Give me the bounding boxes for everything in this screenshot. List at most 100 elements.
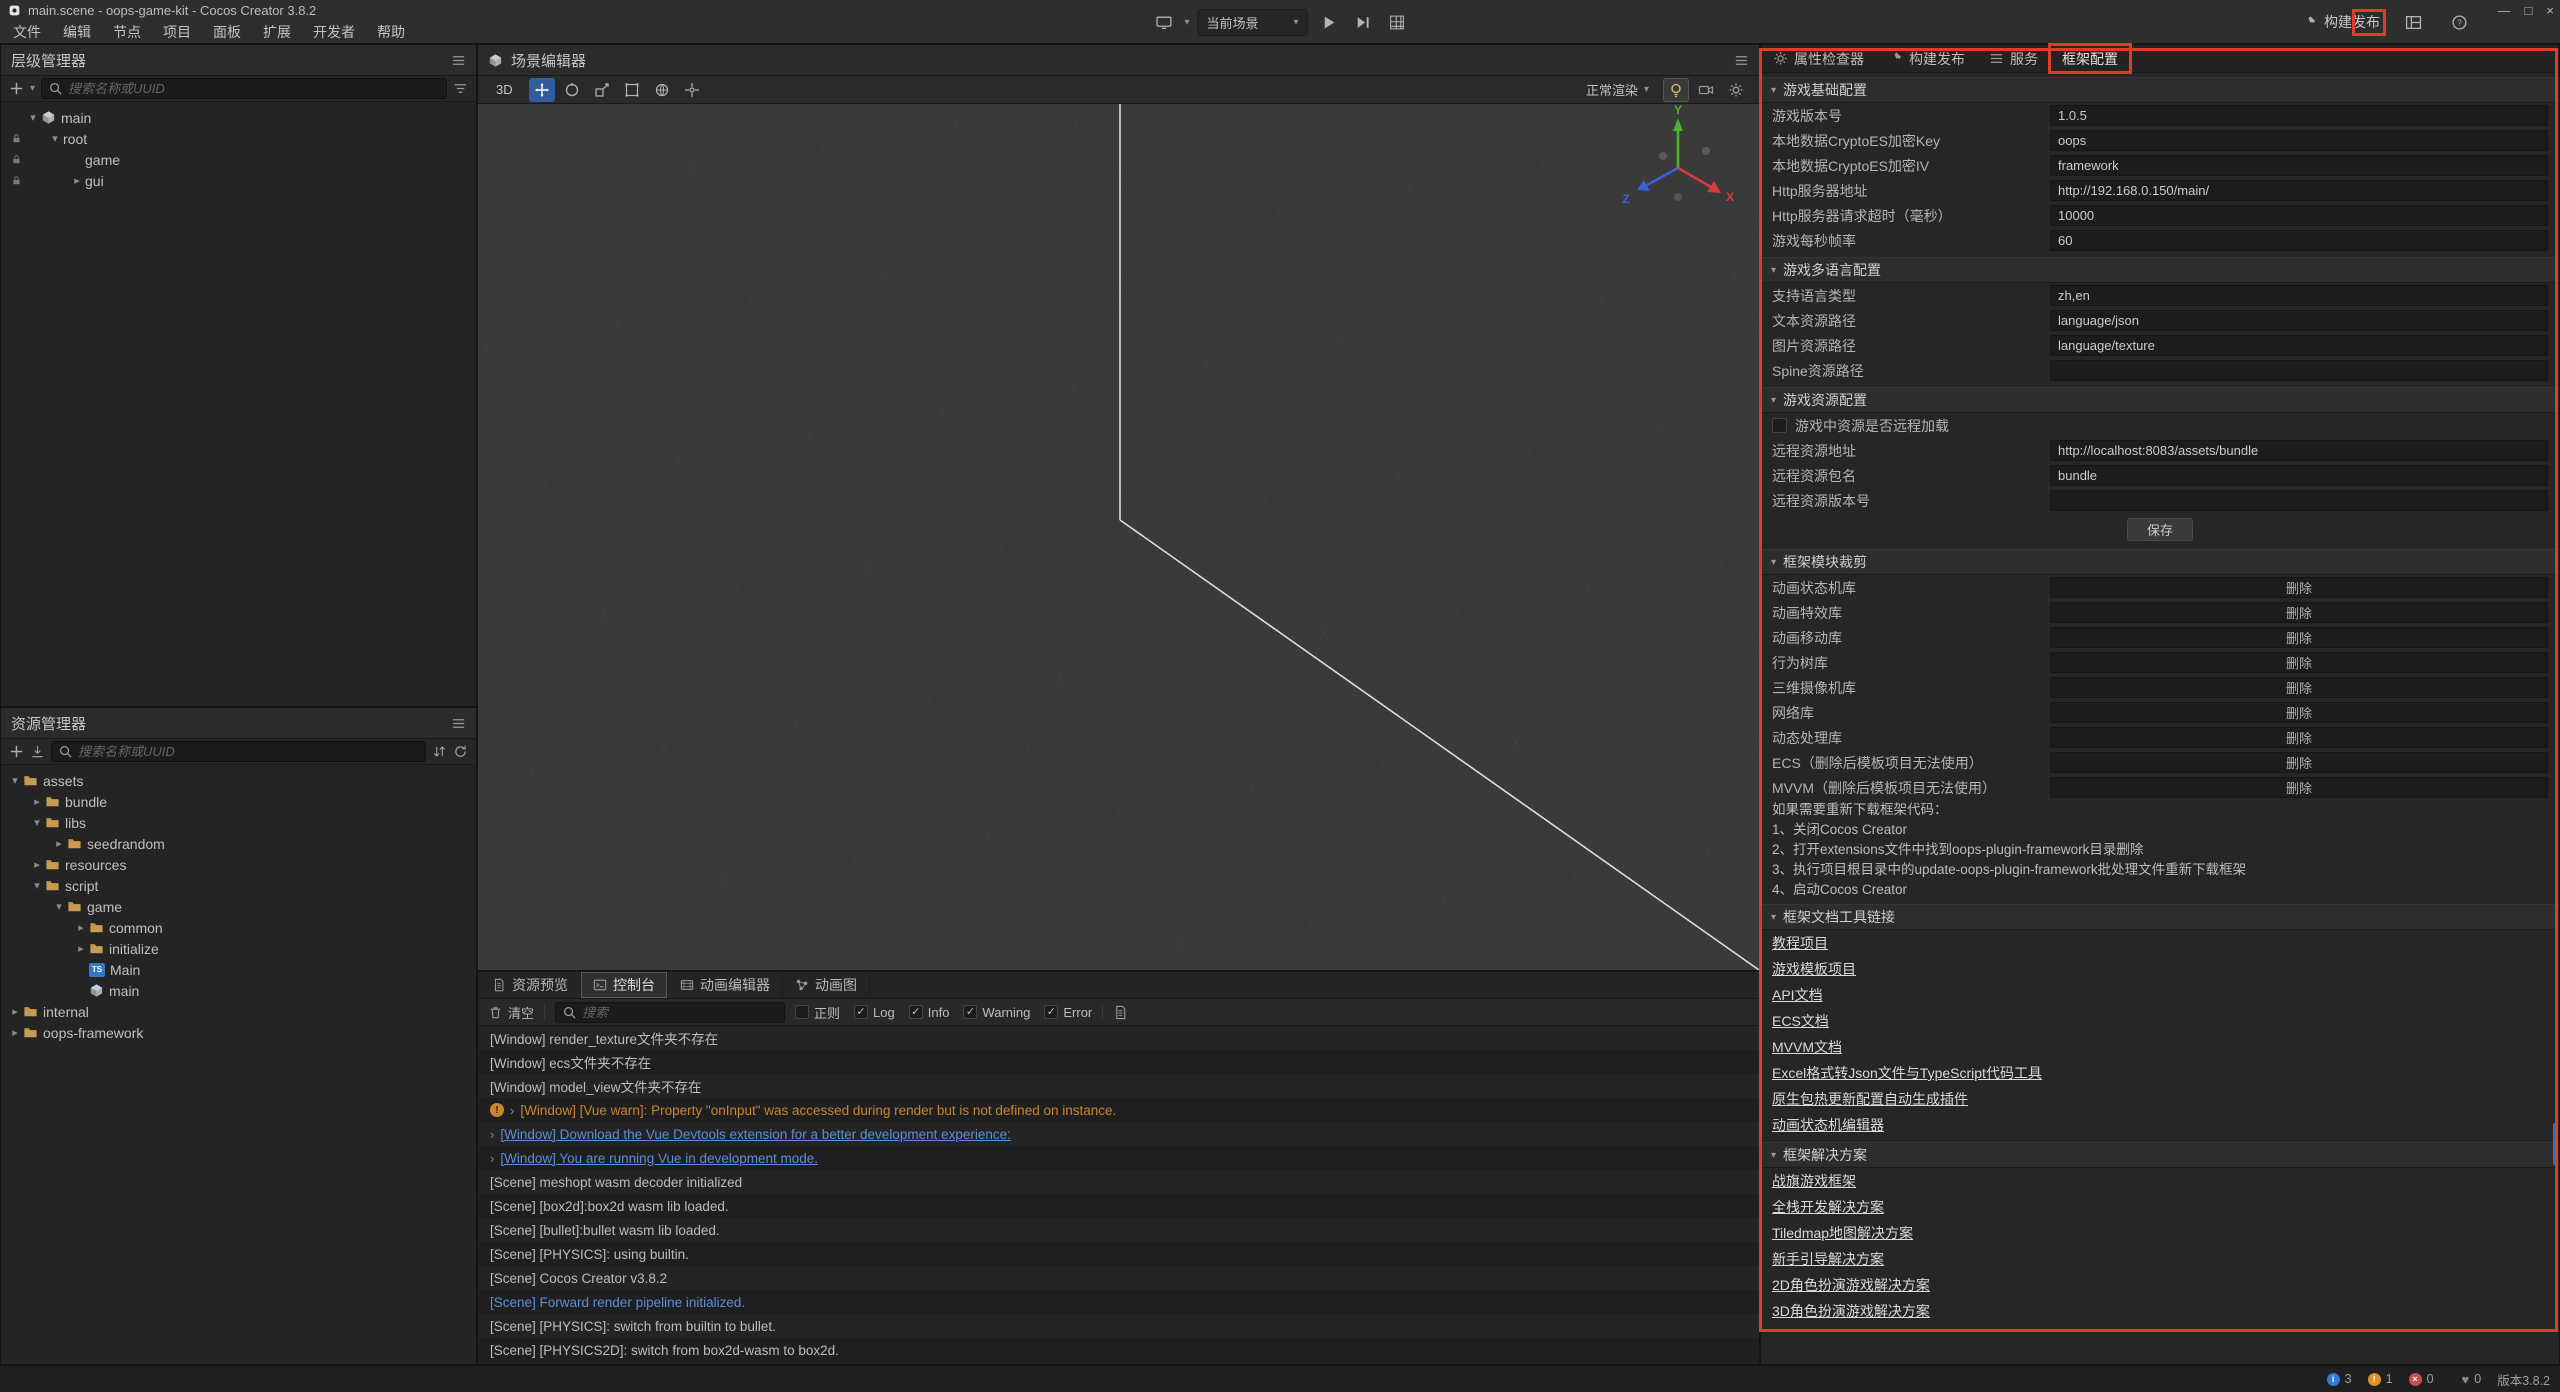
favorite-count[interactable]: ♥ 0 bbox=[2462, 1372, 2482, 1387]
chevron-right-icon[interactable]: ▸ bbox=[7, 1005, 23, 1018]
panel-menu-icon[interactable] bbox=[1734, 53, 1749, 68]
expand-arrow-icon[interactable]: › bbox=[490, 1151, 494, 1166]
chevron-right-icon[interactable]: ▸ bbox=[73, 921, 89, 934]
add-node-icon[interactable] bbox=[9, 81, 24, 96]
console-tab[interactable]: 动画图 bbox=[783, 972, 870, 998]
lock-icon[interactable] bbox=[7, 154, 25, 165]
clear-console-button[interactable]: 清空 bbox=[488, 1003, 534, 1022]
layout-grid-icon[interactable] bbox=[1384, 9, 1410, 35]
chevron-down-icon[interactable]: ▾ bbox=[47, 132, 63, 145]
console-log-row[interactable]: [Scene] Cocos Creator v3.8.2 bbox=[478, 1266, 1759, 1290]
expand-arrow-icon[interactable]: › bbox=[490, 1127, 494, 1142]
assets-search-input[interactable] bbox=[78, 744, 419, 759]
hierarchy-search-input[interactable] bbox=[68, 81, 440, 96]
tree-node[interactable]: ▸gui bbox=[1, 170, 476, 191]
anchor-tool-button[interactable] bbox=[679, 78, 705, 102]
tree-node[interactable]: ▸internal bbox=[1, 1001, 476, 1022]
menubar-item[interactable]: 文件 bbox=[2, 21, 52, 44]
add-asset-icon[interactable] bbox=[9, 744, 24, 759]
import-icon[interactable] bbox=[30, 744, 45, 759]
sort-icon[interactable] bbox=[432, 744, 447, 759]
orientation-gizmo[interactable]: Y X Z bbox=[1613, 104, 1743, 224]
panel-menu-icon[interactable] bbox=[451, 53, 466, 68]
console-search-input[interactable] bbox=[582, 1005, 778, 1020]
console-log-row[interactable]: [Scene] [PHYSICS2D]: switch from box2d-w… bbox=[478, 1338, 1759, 1362]
console-log-row[interactable]: [Window] render_texture文件夹不存在 bbox=[478, 1026, 1759, 1050]
console-log-row[interactable]: [Window] model_view文件夹不存在 bbox=[478, 1074, 1759, 1098]
expand-arrow-icon[interactable]: › bbox=[510, 1103, 514, 1118]
tree-node[interactable]: main bbox=[1, 980, 476, 1001]
move-tool-button[interactable] bbox=[529, 78, 555, 102]
chevron-down-icon[interactable]: ▾ bbox=[29, 816, 45, 829]
gizmo-z-label[interactable]: Z bbox=[1622, 192, 1629, 206]
error-count[interactable]: × 0 bbox=[2409, 1372, 2434, 1386]
tree-node[interactable]: ▾game bbox=[1, 896, 476, 917]
console-log-row[interactable]: [Scene] [box2d]:box2d wasm lib loaded. bbox=[478, 1194, 1759, 1218]
close-button[interactable]: × bbox=[2546, 2, 2554, 20]
filter-log-checkbox[interactable]: ✓Log bbox=[854, 1005, 895, 1020]
tree-node[interactable]: ▸common bbox=[1, 917, 476, 938]
console-log-row[interactable]: !›[Window] [Vue warn]: Property "onInput… bbox=[478, 1098, 1759, 1122]
console-search[interactable] bbox=[555, 1002, 785, 1023]
chevron-right-icon[interactable]: ▸ bbox=[69, 174, 85, 187]
console-log-row[interactable]: [Scene] Forward render pipeline initiali… bbox=[478, 1290, 1759, 1314]
help-icon[interactable]: ? bbox=[2446, 9, 2472, 35]
chevron-right-icon[interactable]: ▸ bbox=[51, 837, 67, 850]
chevron-right-icon[interactable]: ▸ bbox=[7, 1026, 23, 1039]
console-log-row[interactable]: [Scene] meshopt wasm decoder initialized bbox=[478, 1170, 1759, 1194]
gizmo-x-label[interactable]: X bbox=[1726, 190, 1734, 204]
scale-tool-button[interactable] bbox=[589, 78, 615, 102]
maximize-button[interactable]: □ bbox=[2525, 2, 2533, 20]
assets-search[interactable] bbox=[51, 741, 426, 762]
chevron-down-icon[interactable]: ▾ bbox=[1184, 17, 1189, 28]
menubar-item[interactable]: 帮助 bbox=[366, 21, 416, 44]
play-button[interactable] bbox=[1316, 9, 1342, 35]
tree-node[interactable]: ▸bundle bbox=[1, 791, 476, 812]
filter-info-checkbox[interactable]: ✓Info bbox=[909, 1005, 950, 1020]
console-log-row[interactable]: [Scene] [PHYSICS]: using builtin. bbox=[478, 1242, 1759, 1266]
console-log-row[interactable]: ›[Window] You are running Vue in develop… bbox=[478, 1146, 1759, 1170]
menubar-item[interactable]: 面板 bbox=[202, 21, 252, 44]
menubar-item[interactable]: 开发者 bbox=[302, 21, 366, 44]
log-file-icon[interactable] bbox=[1113, 1005, 1128, 1020]
chevron-down-icon[interactable]: ▾ bbox=[29, 879, 45, 892]
message-count[interactable]: i 3 bbox=[2327, 1372, 2352, 1386]
tree-node[interactable]: ▸initialize bbox=[1, 938, 476, 959]
console-log-row[interactable]: [Scene] [bullet]:bullet wasm lib loaded. bbox=[478, 1218, 1759, 1242]
chevron-down-icon[interactable]: ▾ bbox=[7, 774, 23, 787]
render-mode-dropdown[interactable]: 正常渲染 ▾ bbox=[1586, 80, 1649, 99]
tree-node[interactable]: game bbox=[1, 149, 476, 170]
tree-node[interactable]: ▸seedrandom bbox=[1, 833, 476, 854]
chevron-down-icon[interactable]: ▾ bbox=[30, 83, 35, 94]
refresh-icon[interactable] bbox=[453, 744, 468, 759]
menubar-item[interactable]: 节点 bbox=[102, 21, 152, 44]
hierarchy-search[interactable] bbox=[41, 78, 447, 99]
console-log-row[interactable]: [Window] ecs文件夹不存在 bbox=[478, 1050, 1759, 1074]
tree-node[interactable]: ▾assets bbox=[1, 770, 476, 791]
minimize-button[interactable]: — bbox=[2498, 2, 2511, 20]
dimension-toggle[interactable]: 3D bbox=[488, 80, 521, 99]
filter-warning-checkbox[interactable]: ✓Warning bbox=[963, 1005, 1030, 1020]
console-log-row[interactable]: ›[Window] Download the Vue Devtools exte… bbox=[478, 1122, 1759, 1146]
menubar-item[interactable]: 扩展 bbox=[252, 21, 302, 44]
filter-error-checkbox[interactable]: ✓Error bbox=[1044, 1005, 1092, 1020]
chevron-right-icon[interactable]: ▸ bbox=[29, 858, 45, 871]
chevron-down-icon[interactable]: ▾ bbox=[51, 900, 67, 913]
chevron-down-icon[interactable]: ▾ bbox=[25, 111, 41, 124]
step-button[interactable] bbox=[1350, 9, 1376, 35]
chevron-right-icon[interactable]: ▸ bbox=[29, 795, 45, 808]
menubar-item[interactable]: 编辑 bbox=[52, 21, 102, 44]
chevron-right-icon[interactable]: ▸ bbox=[73, 942, 89, 955]
preview-target-icon[interactable] bbox=[1150, 9, 1176, 35]
tree-node[interactable]: ▾root bbox=[1, 128, 476, 149]
layout-icon[interactable] bbox=[2400, 9, 2426, 35]
tree-node[interactable]: ▾script bbox=[1, 875, 476, 896]
tree-node[interactable]: ▾main bbox=[1, 107, 476, 128]
menubar-item[interactable]: 项目 bbox=[152, 21, 202, 44]
console-tab[interactable]: 控制台 bbox=[581, 972, 668, 998]
warning-count[interactable]: ! 1 bbox=[2368, 1372, 2393, 1386]
lighting-toggle[interactable] bbox=[1663, 78, 1689, 102]
panel-menu-icon[interactable] bbox=[451, 716, 466, 731]
tree-node[interactable]: ▾libs bbox=[1, 812, 476, 833]
rect-tool-button[interactable] bbox=[619, 78, 645, 102]
